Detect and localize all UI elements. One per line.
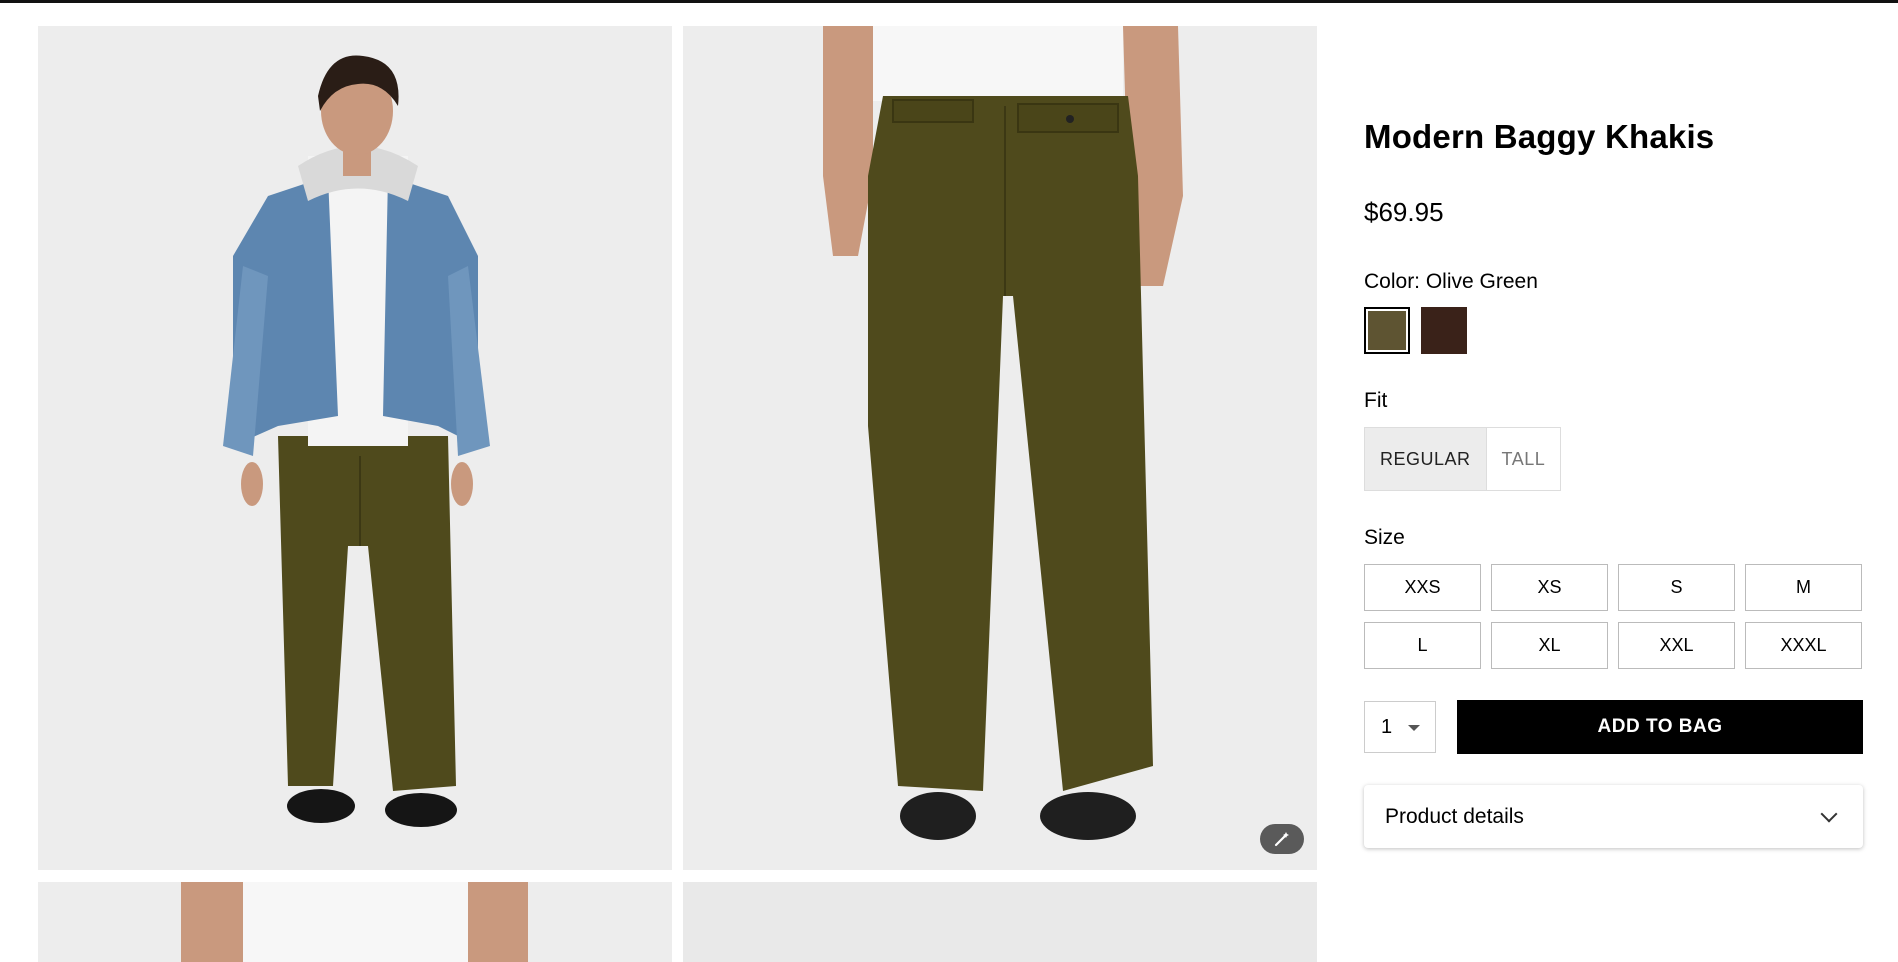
size-button-xxl[interactable]: XXL <box>1618 622 1735 669</box>
fit-label: Fit <box>1364 389 1388 412</box>
detail-photo-3[interactable] <box>38 882 672 962</box>
fit-tall-button[interactable]: TALL <box>1486 428 1561 490</box>
product-price: $69.95 <box>1364 197 1444 227</box>
back-view-photo[interactable] <box>683 26 1317 870</box>
size-button-xl[interactable]: XL <box>1491 622 1608 669</box>
size-label: Size <box>1364 526 1405 549</box>
quantity-value: 1 <box>1381 715 1393 738</box>
quantity-select[interactable]: 1 <box>1364 701 1436 753</box>
size-grid: XXS XS S M L XL XXL XXXL <box>1364 564 1862 669</box>
swatch-dark-brown[interactable] <box>1421 307 1467 354</box>
size-button-l[interactable]: L <box>1364 622 1481 669</box>
size-button-m[interactable]: M <box>1745 564 1862 611</box>
front-view-photo[interactable] <box>38 26 672 870</box>
add-to-bag-button[interactable]: ADD TO BAG <box>1457 700 1863 754</box>
product-details-accordion[interactable]: Product details <box>1364 785 1863 848</box>
chevron-down-icon <box>1820 805 1838 823</box>
caret-down-icon <box>1408 725 1420 731</box>
size-button-xxs[interactable]: XXS <box>1364 564 1481 611</box>
size-button-xs[interactable]: XS <box>1491 564 1608 611</box>
fit-regular-button[interactable]: REGULAR <box>1365 428 1487 490</box>
product-title: Modern Baggy Khakis <box>1364 118 1715 155</box>
product-details-label: Product details <box>1385 804 1524 828</box>
color-label: Color: Olive Green <box>1364 270 1538 293</box>
swatch-olive-green[interactable] <box>1364 307 1410 354</box>
size-button-xxxl[interactable]: XXXL <box>1745 622 1862 669</box>
detail-photo-4[interactable] <box>683 882 1317 962</box>
magic-wand-icon[interactable] <box>1260 824 1304 854</box>
top-border <box>0 0 1898 3</box>
size-button-s[interactable]: S <box>1618 564 1735 611</box>
fit-selector: REGULAR TALL <box>1364 427 1562 491</box>
